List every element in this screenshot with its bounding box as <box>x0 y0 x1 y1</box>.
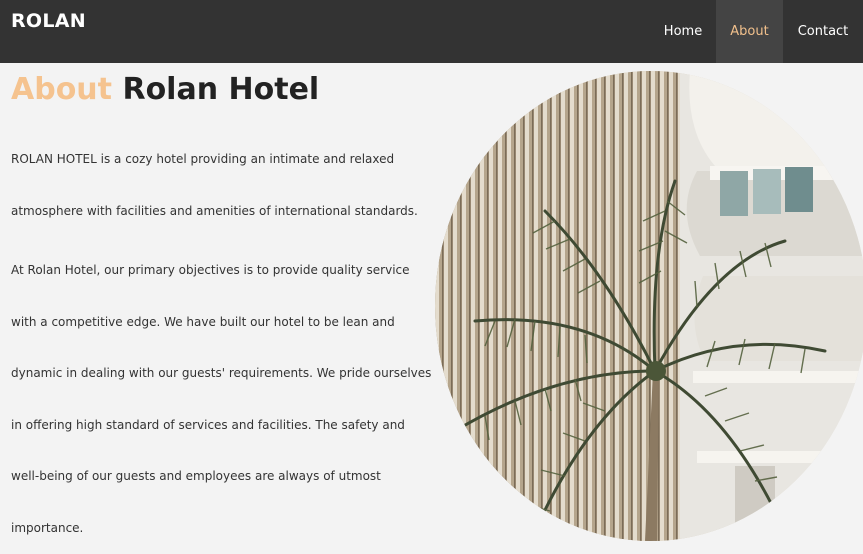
nav-contact-link[interactable]: Contact <box>783 0 863 63</box>
title-rest: Rolan Hotel <box>122 72 320 107</box>
title-accent: About <box>11 72 113 107</box>
nav-links: Home About Contact <box>650 0 863 63</box>
page-title: About Rolan Hotel <box>11 72 319 107</box>
brand-logo[interactable]: ROLAN <box>11 10 86 32</box>
navbar: ROLAN Home About Contact <box>0 0 863 63</box>
hotel-photo <box>435 71 863 541</box>
nav-about-link[interactable]: About <box>716 0 783 63</box>
objectives-paragraph: At Rolan Hotel, our primary objectives i… <box>11 263 432 535</box>
intro-paragraph: ROLAN HOTEL is a cozy hotel providing an… <box>11 152 418 218</box>
hotel-photo-illustration <box>435 71 863 541</box>
nav-home-link[interactable]: Home <box>650 0 716 63</box>
